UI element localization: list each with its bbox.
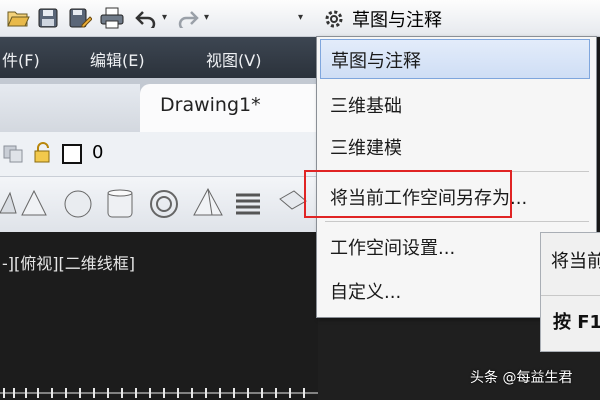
cylinder-icon[interactable]: [107, 189, 133, 218]
dropdown-item-label: 三维基础: [330, 96, 402, 117]
menu-edit[interactable]: 编辑(E): [90, 47, 145, 71]
dropdown-item-3d-modeling[interactable]: 三维建模: [320, 127, 590, 167]
tab-drawing1[interactable]: Drawing1*: [140, 84, 318, 132]
undo-icon[interactable]: [132, 4, 160, 32]
workspace-label: 草图与注释: [352, 10, 442, 31]
layer-name[interactable]: 0: [92, 142, 103, 163]
viewport-label[interactable]: -][俯视][二维线框]: [2, 250, 135, 274]
toolbar-dropdown-icon[interactable]: ▾: [298, 12, 303, 23]
save-as-icon[interactable]: [66, 4, 94, 32]
dropdown-item-label: 三维建模: [330, 138, 402, 159]
planar-surface-icon[interactable]: [279, 190, 307, 210]
dropdown-item-label: 工作空间设置...: [330, 238, 456, 259]
dropdown-item-label: 草图与注释: [331, 51, 421, 72]
wedge-icon[interactable]: [0, 191, 17, 214]
tooltip-panel: 将当前 按 F1: [540, 232, 600, 352]
layer-state-icon[interactable]: [2, 142, 28, 168]
open-folder-icon[interactable]: [4, 4, 32, 32]
layer-bar: 0: [0, 132, 318, 177]
pyramid-icon[interactable]: [193, 187, 223, 216]
tab-start[interactable]: [0, 84, 140, 132]
drawing-area[interactable]: -][俯视][二维线框]: [0, 232, 318, 400]
highlight-annotation-box: [304, 170, 512, 218]
workspace-selector[interactable]: 草图与注释: [316, 2, 600, 34]
canvas-text-fragment: [0, 388, 318, 398]
dropdown-separator: [325, 221, 589, 222]
menu-file[interactable]: 件(F): [2, 47, 40, 71]
dropdown-item-sketch-annotation[interactable]: 草图与注释: [320, 39, 590, 79]
cone-icon[interactable]: [21, 189, 47, 216]
redo-dropdown-icon[interactable]: ▾: [204, 12, 209, 23]
dropdown-item-3d-basics[interactable]: 三维基础: [320, 85, 590, 125]
save-icon[interactable]: [34, 4, 62, 32]
menu-bar: 件(F) 编辑(E) 视图(V): [0, 37, 318, 78]
gear-icon: [322, 7, 346, 35]
lock-icon[interactable]: [32, 142, 54, 168]
undo-dropdown-icon[interactable]: ▾: [162, 12, 167, 23]
helix-icon[interactable]: [236, 193, 260, 215]
modeling-toolbar: [0, 177, 318, 232]
torus-icon[interactable]: [150, 190, 178, 218]
dropdown-item-label: 自定义...: [330, 282, 402, 303]
tooltip-title: 将当前: [551, 251, 600, 272]
layer-color-swatch[interactable]: [62, 144, 82, 168]
watermark: 头条 @每益生君: [470, 370, 573, 386]
menu-view[interactable]: 视图(V): [206, 47, 261, 71]
tab-drawing-label: Drawing1*: [160, 94, 261, 116]
tooltip-help-hint: 按 F1: [553, 312, 600, 333]
file-tab-bar: Drawing1*: [0, 78, 318, 132]
sphere-icon[interactable]: [64, 190, 92, 218]
redo-icon[interactable]: [174, 4, 202, 32]
print-icon[interactable]: [98, 4, 126, 32]
tooltip-separator: [541, 295, 600, 296]
